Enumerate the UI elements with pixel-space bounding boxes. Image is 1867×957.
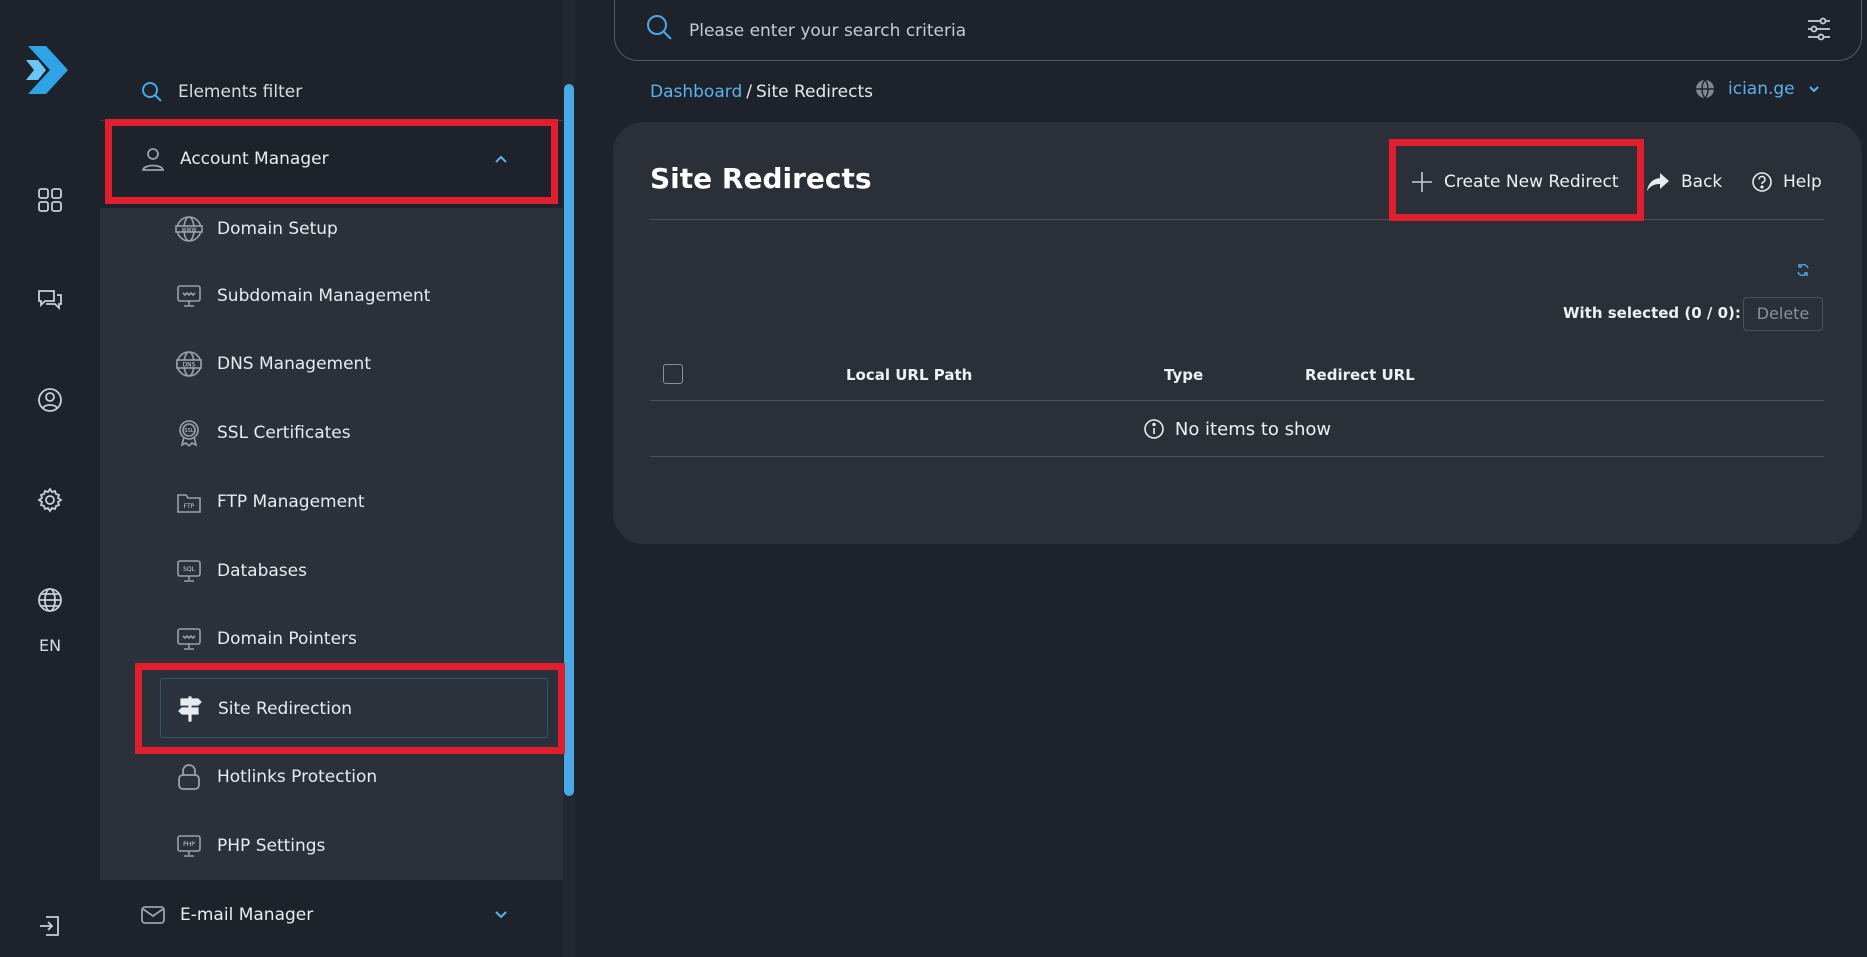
table-header: Local URL Path Type Redirect URL: [650, 348, 1824, 402]
svg-text:SSL: SSL: [184, 428, 193, 434]
sidebar-item-hotlinks-protection[interactable]: Hotlinks Protection: [160, 747, 548, 807]
sidebar-item-label: DNS Management: [217, 354, 371, 374]
sidebar-item-domain-pointers[interactable]: Domain Pointers: [160, 609, 548, 669]
chevron-down-icon: [1808, 86, 1819, 93]
php-monitor-icon: PHP: [177, 835, 201, 857]
domain-select[interactable]: ician.ge: [1694, 78, 1821, 100]
with-selected-label: With selected (0 / 0):: [1563, 304, 1741, 322]
sidebar-group-email-manager[interactable]: E-mail Manager: [100, 886, 563, 944]
dashboard-grid-icon[interactable]: [30, 180, 70, 220]
language-globe-icon[interactable]: [30, 580, 70, 620]
sidebar-group-label: E-mail Manager: [180, 905, 314, 925]
filter-sliders-icon[interactable]: [1805, 15, 1833, 43]
empty-message: No items to show: [1174, 418, 1332, 440]
ssl-badge-icon: SSL: [179, 420, 199, 447]
back-label: Back: [1681, 172, 1723, 192]
dns-globe-icon: DNS: [176, 351, 202, 377]
help-button[interactable]: Help: [1751, 160, 1822, 204]
settings-gear-icon[interactable]: [30, 480, 70, 520]
sidebar-item-label: Domain Pointers: [217, 629, 357, 649]
plus-icon: [1412, 172, 1432, 192]
info-icon: [1144, 419, 1164, 439]
search-input[interactable]: Please enter your search criteria: [689, 0, 966, 67]
column-header-local-url-path[interactable]: Local URL Path: [846, 348, 972, 402]
user-circle-icon[interactable]: [30, 380, 70, 420]
mail-icon: [141, 906, 165, 924]
sidebar-item-label: FTP Management: [217, 492, 365, 512]
sidebar-item-ftp-management[interactable]: FTP FTP Management: [160, 472, 548, 532]
select-all-checkbox[interactable]: [663, 364, 683, 384]
back-button[interactable]: Back: [1645, 160, 1722, 204]
create-new-redirect-button[interactable]: Create New Redirect: [1410, 160, 1618, 204]
sidebar-item-label: Domain Setup: [217, 219, 338, 239]
sidebar-item-label: SSL Certificates: [217, 423, 351, 443]
svg-text:SQL: SQL: [183, 566, 196, 573]
sidebar-item-dns-management[interactable]: DNS DNS Management: [160, 334, 548, 394]
site-redirects-card: Site Redirects Create New Redirect Back …: [613, 122, 1862, 544]
svg-text:PHP: PHP: [183, 841, 195, 848]
sidebar-item-label: Site Redirection: [218, 699, 353, 719]
empty-state: No items to show: [650, 402, 1824, 456]
chevron-up-icon[interactable]: [492, 150, 510, 168]
sidebar-scrollbar[interactable]: [564, 84, 574, 796]
lock-icon: [178, 764, 200, 790]
elements-filter[interactable]: Elements filter: [140, 72, 302, 112]
column-header-redirect-url[interactable]: Redirect URL: [1305, 348, 1415, 402]
chevron-down-icon[interactable]: [492, 906, 510, 924]
page-title: Site Redirects: [650, 162, 872, 195]
help-label: Help: [1783, 172, 1822, 192]
sidebar-divider: [100, 120, 563, 121]
elements-filter-label: Elements filter: [178, 82, 303, 102]
sql-monitor-icon: SQL: [177, 560, 201, 582]
ftp-folder-icon: FTP: [177, 494, 201, 513]
app-root: EN Elements filter Account Manager WWW D…: [0, 0, 1867, 957]
brand-logo-icon[interactable]: [24, 42, 74, 98]
signpost-icon: [178, 696, 202, 722]
table-bottom-divider: [650, 456, 1824, 457]
breadcrumb: Dashboard / Site Redirects: [650, 80, 873, 104]
monitor-icon: [177, 285, 201, 307]
svg-text:DNS: DNS: [183, 362, 196, 369]
icon-rail: EN: [0, 0, 100, 957]
sidebar-item-domain-setup[interactable]: WWW Domain Setup: [160, 199, 548, 259]
delete-button[interactable]: Delete: [1743, 297, 1823, 331]
breadcrumb-separator: /: [746, 82, 752, 102]
svg-text:FTP: FTP: [184, 503, 195, 510]
breadcrumb-dashboard-link[interactable]: Dashboard: [650, 82, 742, 102]
domain-value: ician.ge: [1728, 79, 1795, 99]
create-new-redirect-label: Create New Redirect: [1444, 172, 1619, 192]
sidebar-group-account-manager[interactable]: Account Manager: [100, 130, 563, 188]
help-circle-icon: [1752, 172, 1772, 192]
table-header-divider: [650, 400, 1824, 401]
breadcrumb-current: Site Redirects: [755, 82, 873, 102]
global-search[interactable]: Please enter your search criteria: [614, 0, 1862, 61]
sidebar-item-php-settings[interactable]: PHP PHP Settings: [160, 816, 548, 876]
sidebar-item-databases[interactable]: SQL Databases: [160, 541, 548, 601]
sidebar: Elements filter Account Manager WWW Doma…: [100, 0, 563, 957]
share-arrow-icon: [1647, 173, 1669, 191]
sidebar-item-label: Hotlinks Protection: [217, 767, 378, 787]
sidebar-item-label: PHP Settings: [217, 836, 326, 856]
sidebar-item-subdomain-management[interactable]: Subdomain Management: [160, 266, 548, 326]
svg-text:WWW: WWW: [182, 228, 197, 234]
column-header-type[interactable]: Type: [1164, 348, 1203, 402]
search-icon: [142, 82, 162, 102]
language-label[interactable]: EN: [0, 636, 100, 655]
sidebar-item-ssl-certificates[interactable]: SSL SSL Certificates: [160, 403, 548, 463]
sidebar-item-site-redirection[interactable]: Site Redirection: [160, 678, 548, 738]
sidebar-group-label: Account Manager: [180, 149, 329, 169]
monitor-icon: [177, 628, 201, 650]
logout-icon[interactable]: [30, 906, 70, 946]
sidebar-item-label: Databases: [217, 561, 307, 581]
search-icon: [647, 15, 672, 40]
sidebar-item-label: Subdomain Management: [217, 286, 431, 306]
www-globe-icon: WWW: [175, 216, 203, 242]
refresh-icon[interactable]: [1795, 262, 1811, 278]
chat-bubbles-icon[interactable]: [30, 280, 70, 320]
user-icon: [141, 148, 165, 171]
title-divider: [650, 219, 1824, 220]
globe-icon: [1696, 79, 1714, 99]
